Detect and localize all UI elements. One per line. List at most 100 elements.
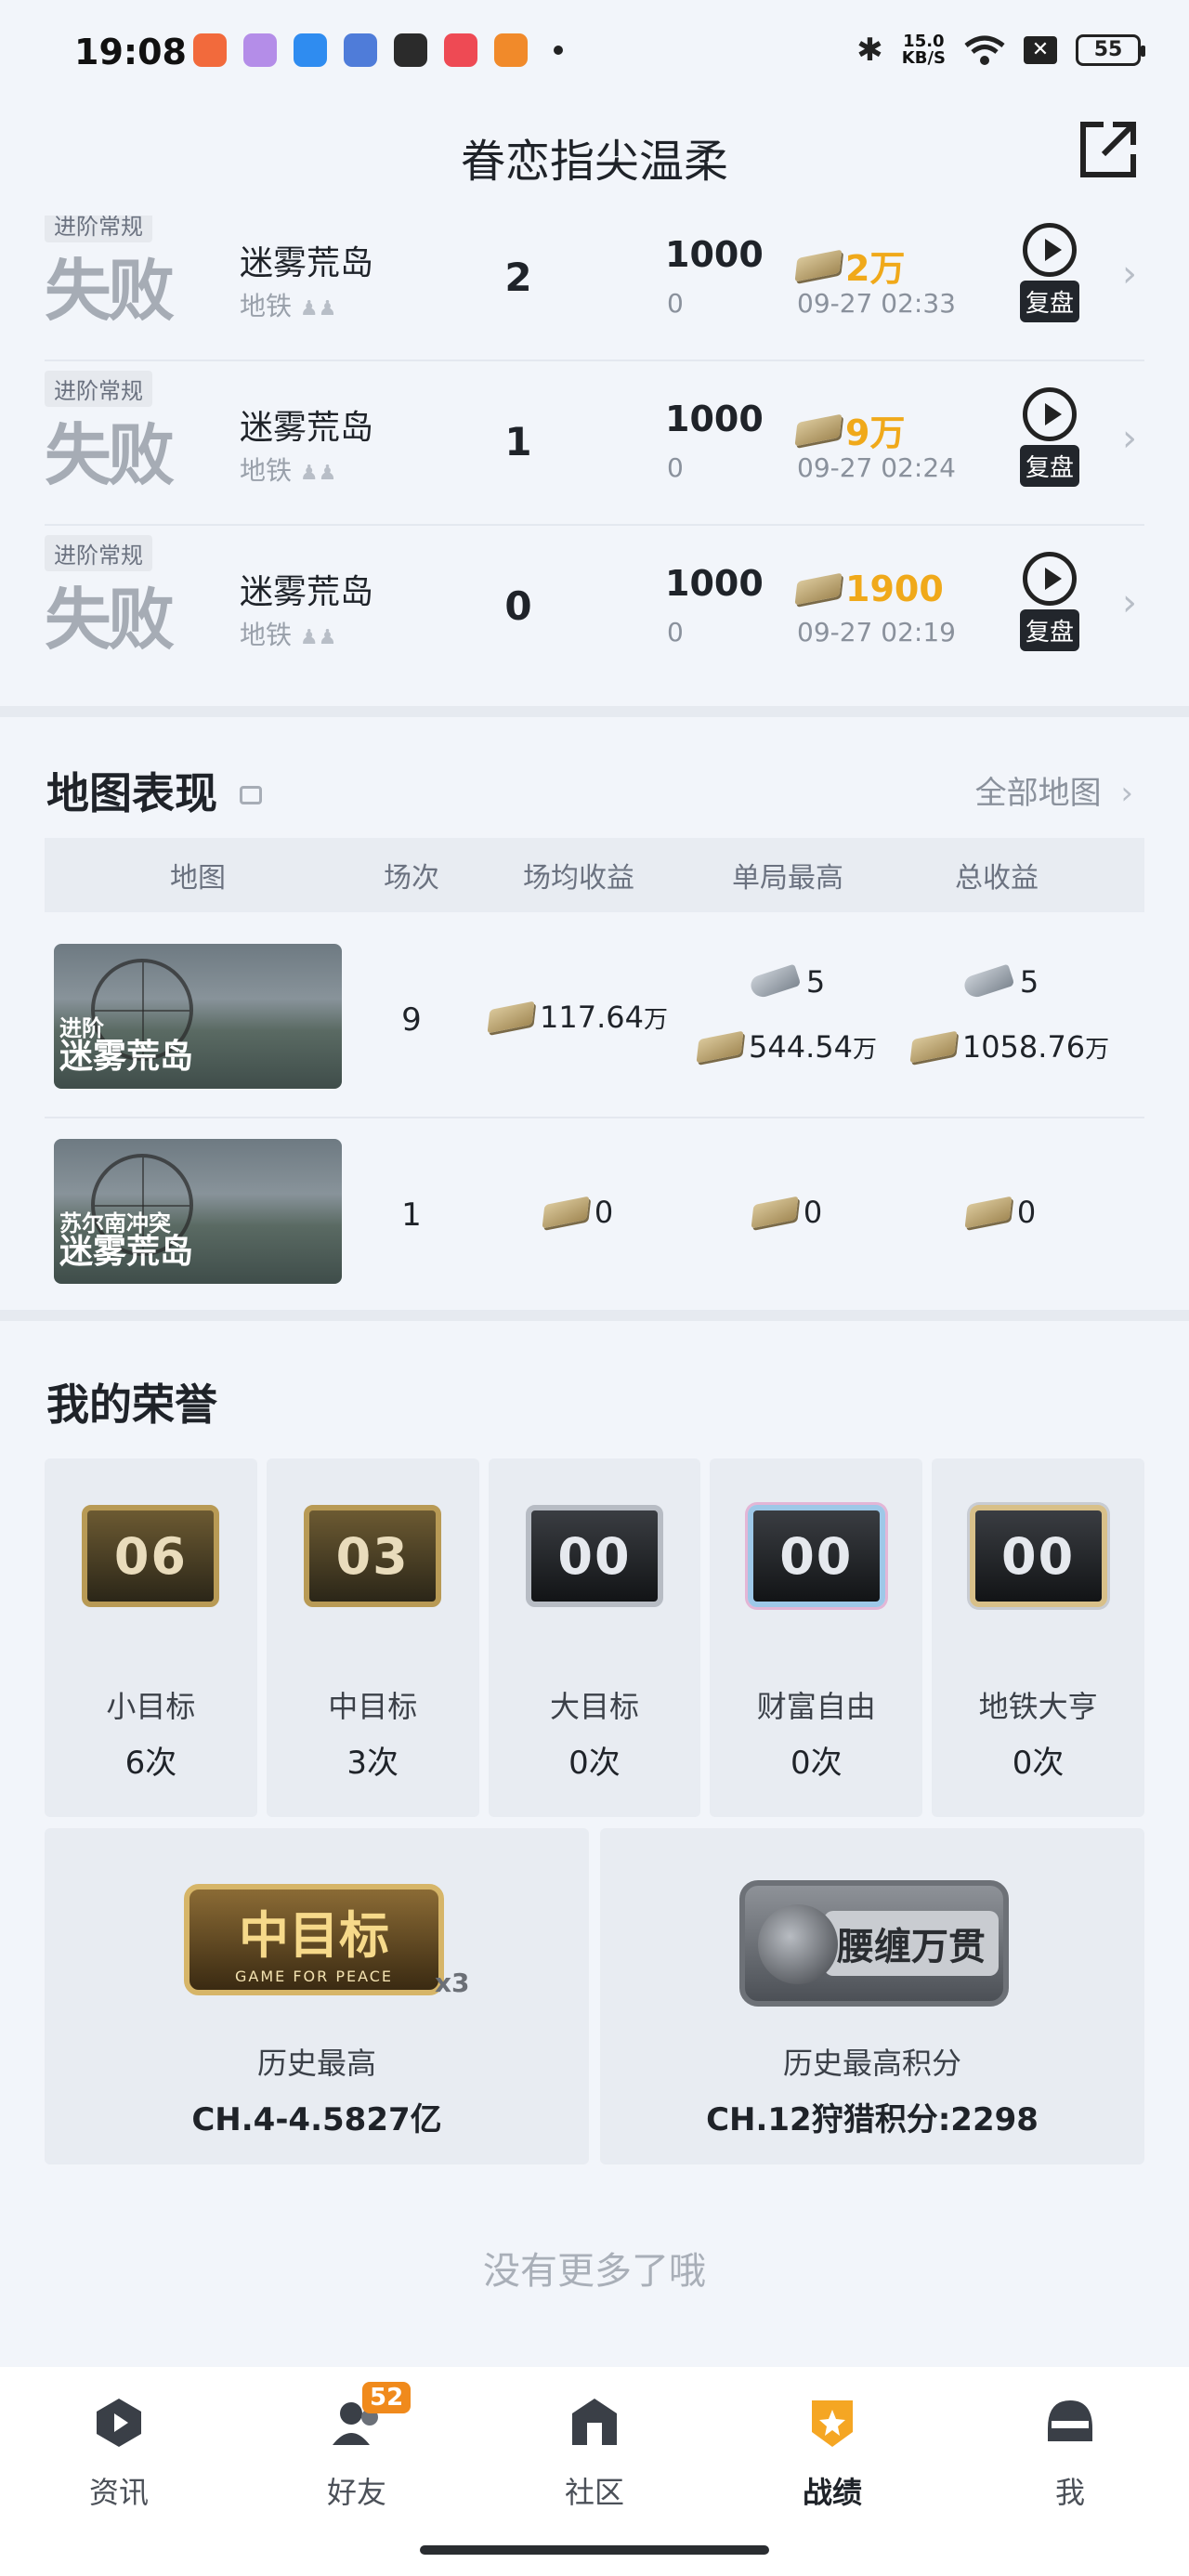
- app-notification-icon: [444, 33, 477, 67]
- honor-card[interactable]: 06 小目标 6次: [45, 1458, 257, 1817]
- home-indicator[interactable]: [420, 2545, 769, 2555]
- column-header-map: 地图: [170, 862, 226, 895]
- match-time: 09-27 02:19: [797, 617, 956, 647]
- match-row[interactable]: 进阶常规 失败 迷雾荒岛 地铁 ♟♟ 0 1000 0 1900 09-27 0…: [45, 526, 1144, 690]
- replay-icon: [1023, 387, 1077, 441]
- team-icon: ♟♟: [299, 297, 337, 320]
- replay-label: 复盘: [1019, 281, 1079, 322]
- status-bar: 19:08 ✱ 15.0 KB/S ✕ 55: [0, 0, 1189, 104]
- replay-label: 复盘: [1019, 609, 1079, 651]
- match-result: 失败: [45, 252, 175, 330]
- history-badge-title: 腰缠万贯: [824, 1911, 999, 1976]
- cash-icon: [964, 1196, 1013, 1229]
- bluetooth-icon: ✱: [856, 32, 883, 69]
- replay-button[interactable]: 复盘: [1013, 387, 1087, 487]
- honor-count: 0次: [1012, 1745, 1065, 1782]
- match-score-change: 0: [667, 617, 684, 647]
- map-thumbnail: 进阶 迷雾荒岛: [54, 944, 342, 1089]
- cash-icon: [696, 1030, 744, 1064]
- replay-icon: [1023, 552, 1077, 606]
- team-icon: ♟♟: [299, 462, 337, 485]
- history-value: CH.4-4.5827亿: [191, 2101, 442, 2138]
- end-of-list-text: 没有更多了哦: [483, 2250, 706, 2293]
- unit-label: 万: [643, 1006, 668, 1034]
- app-notification-icon: [344, 33, 377, 67]
- history-badge-title: 中目标: [239, 1906, 389, 1965]
- map-section-title-text: 地图表现: [46, 768, 217, 818]
- match-reward-value: 2万: [845, 248, 906, 289]
- map-row[interactable]: 进阶 迷雾荒岛 9 117.64万 5 544.54万 5 1058.76万: [45, 925, 1144, 1118]
- cash-icon: [909, 1030, 958, 1064]
- honor-grid: 06 小目标 6次 03 中目标 3次 00 大目标 0次 00 财富自由 0次…: [45, 1458, 1144, 1817]
- replay-icon: [1023, 223, 1077, 277]
- match-list: 进阶常规 失败 迷雾荒岛 地铁 ♟♟ 2 1000 0 2万 09-27 02:…: [45, 216, 1144, 708]
- header: 眷恋指尖温柔: [0, 104, 1189, 216]
- history-value: CH.12狩猎积分:2298: [706, 2101, 1039, 2138]
- honor-name: 财富自由: [756, 1689, 876, 1724]
- chevron-right-icon: ›: [1120, 775, 1133, 812]
- share-icon[interactable]: [1076, 117, 1141, 182]
- column-header-max: 单局最高: [732, 862, 843, 895]
- map-total-income: 1058.76万: [890, 1029, 1131, 1065]
- nav-item-me[interactable]: 我: [951, 2367, 1189, 2576]
- honor-card[interactable]: 00 大目标 0次: [488, 1458, 701, 1817]
- honor-card[interactable]: 03 中目标 3次: [266, 1458, 479, 1817]
- section-divider: [0, 1310, 1189, 1321]
- match-mode: 地铁 ♟♟: [240, 615, 336, 652]
- match-reward: 9万: [794, 404, 905, 455]
- map-avg-value: 0: [594, 1195, 614, 1230]
- match-kills: 0: [504, 583, 532, 629]
- history-card-wealth[interactable]: 中目标 GAME FOR PEACE x3 历史最高 CH.4-4.5827亿: [45, 1828, 589, 2164]
- replay-button[interactable]: 复盘: [1013, 223, 1087, 322]
- map-total-items-value: 5: [1019, 964, 1039, 1000]
- match-row[interactable]: 进阶常规 失败 迷雾荒岛 地铁 ♟♟ 1 1000 0 9万 09-27 02:…: [45, 361, 1144, 526]
- weapon-icon: [748, 963, 802, 1000]
- wolf-emblem-icon: [758, 1904, 838, 1984]
- app-notification-icon: [294, 33, 327, 67]
- map-section-title: 地图表现: [46, 760, 262, 821]
- column-header-count: 场次: [384, 862, 439, 895]
- map-max-income: 0: [686, 1195, 890, 1230]
- nav-label: 好友: [326, 2475, 386, 2510]
- honors-section-title: 我的荣誉: [46, 1380, 217, 1430]
- news-icon: [97, 2399, 141, 2447]
- match-row[interactable]: 进阶常规 失败 迷雾荒岛 地铁 ♟♟ 2 1000 0 2万 09-27 02:…: [45, 216, 1144, 361]
- match-time: 09-27 02:24: [797, 452, 956, 483]
- history-badge: 腰缠万贯: [739, 1880, 1009, 2007]
- match-mode-label: 地铁: [240, 620, 293, 650]
- friends-count-badge: 52: [362, 2382, 412, 2413]
- sim-off-icon: ✕: [1024, 36, 1057, 64]
- match-mode: 地铁 ♟♟: [240, 451, 336, 488]
- match-map-name: 迷雾荒岛: [240, 409, 374, 447]
- nav-label: 我: [1054, 2475, 1085, 2510]
- honor-badge: 00: [525, 1505, 663, 1607]
- profile-helmet-icon: [1048, 2400, 1092, 2441]
- honor-card[interactable]: 00 财富自由 0次: [710, 1458, 923, 1817]
- honor-badge: 00: [969, 1505, 1107, 1607]
- history-card-score[interactable]: 腰缠万贯 历史最高积分 CH.12狩猎积分:2298: [600, 1828, 1144, 2164]
- map-avg-income: 117.64万: [472, 1000, 686, 1035]
- match-map-name: 迷雾荒岛: [240, 244, 374, 282]
- page-title: 眷恋指尖温柔: [460, 136, 728, 188]
- replay-button[interactable]: 复盘: [1013, 552, 1087, 651]
- match-map-name: 迷雾荒岛: [240, 573, 374, 611]
- network-speed: 15.0 KB/S: [902, 33, 946, 67]
- map-row[interactable]: 苏尔南冲突 迷雾荒岛 1 0 0 0: [45, 1120, 1144, 1314]
- match-kills: 2: [504, 255, 532, 300]
- battery-indicator: 55: [1076, 34, 1145, 66]
- match-reward: 2万: [794, 240, 906, 291]
- honor-card[interactable]: 00 地铁大亨 0次: [932, 1458, 1144, 1817]
- cash-icon: [542, 1196, 590, 1229]
- match-score-change: 0: [667, 288, 684, 319]
- all-maps-link[interactable]: 全部地图 ›: [975, 767, 1133, 813]
- map-max-value: 0: [803, 1195, 823, 1230]
- match-score: 1000: [665, 563, 764, 604]
- community-icon: [572, 2399, 617, 2445]
- map-table-header: 地图 场次 场均收益 单局最高 总收益: [45, 838, 1144, 912]
- honor-badge: 03: [304, 1505, 442, 1607]
- map-total-items: 5: [890, 963, 1113, 1000]
- section-divider: [0, 706, 1189, 717]
- chevron-right-icon: ›: [1122, 253, 1137, 295]
- nav-item-news[interactable]: 资讯: [0, 2367, 238, 2576]
- history-label: 历史最高积分: [782, 2046, 961, 2081]
